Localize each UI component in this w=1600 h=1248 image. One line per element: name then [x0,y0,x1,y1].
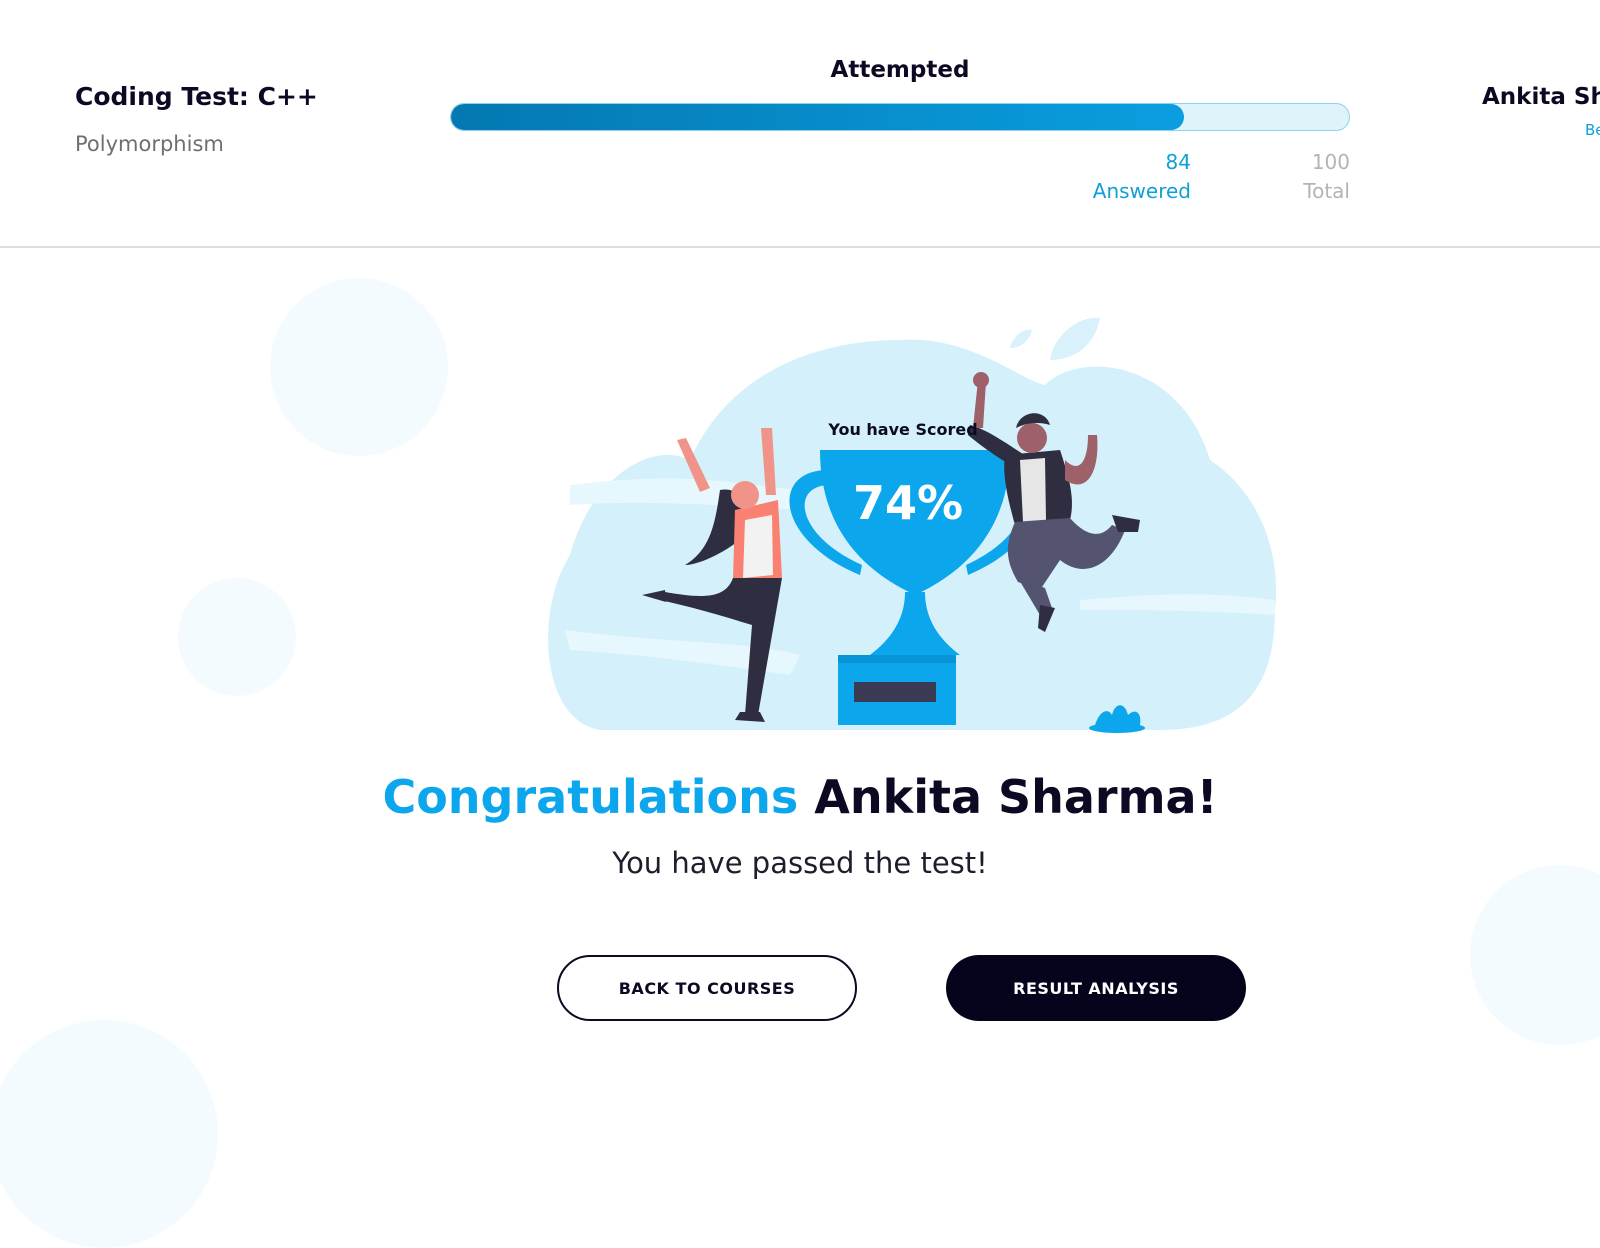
progress-bar [450,103,1350,131]
total-count: 100 [1311,150,1350,174]
congrats-name: Ankita Sharma! [814,770,1218,824]
score-value: 74% [852,476,964,530]
test-topic: Polymorphism [75,132,224,156]
decor-bubble [0,1020,218,1248]
congratulations-heading: Congratulations Ankita Sharma! [0,770,1600,824]
scored-label: You have Scored [828,420,978,439]
user-name[interactable]: Ankita Sha [1482,84,1600,110]
leaf-icon [1050,317,1100,360]
answered-count: 84 [1165,150,1191,174]
total-stat: 100 Total [1303,148,1350,206]
decor-bubble [1470,865,1600,1045]
total-label: Total [1303,179,1350,203]
pass-message: You have passed the test! [612,846,988,880]
back-to-courses-button[interactable]: BACK TO COURSES [557,955,857,1021]
answered-label: Answered [1092,179,1191,203]
leaf-icon [1010,329,1032,348]
progress-label: Attempted [830,57,970,83]
user-subtitle: Be [1585,121,1600,139]
test-header: Coding Test: C++ Polymorphism Attempted … [0,0,1600,248]
answered-stat: 84 Answered [1093,148,1191,206]
congrats-word: Congratulations [382,770,799,824]
test-title: Coding Test: C++ [75,82,318,111]
result-analysis-button[interactable]: RESULT ANALYSIS [946,955,1246,1021]
decor-bubble [178,578,296,696]
decor-bubble [270,278,448,456]
progress-bar-fill [451,104,1184,130]
